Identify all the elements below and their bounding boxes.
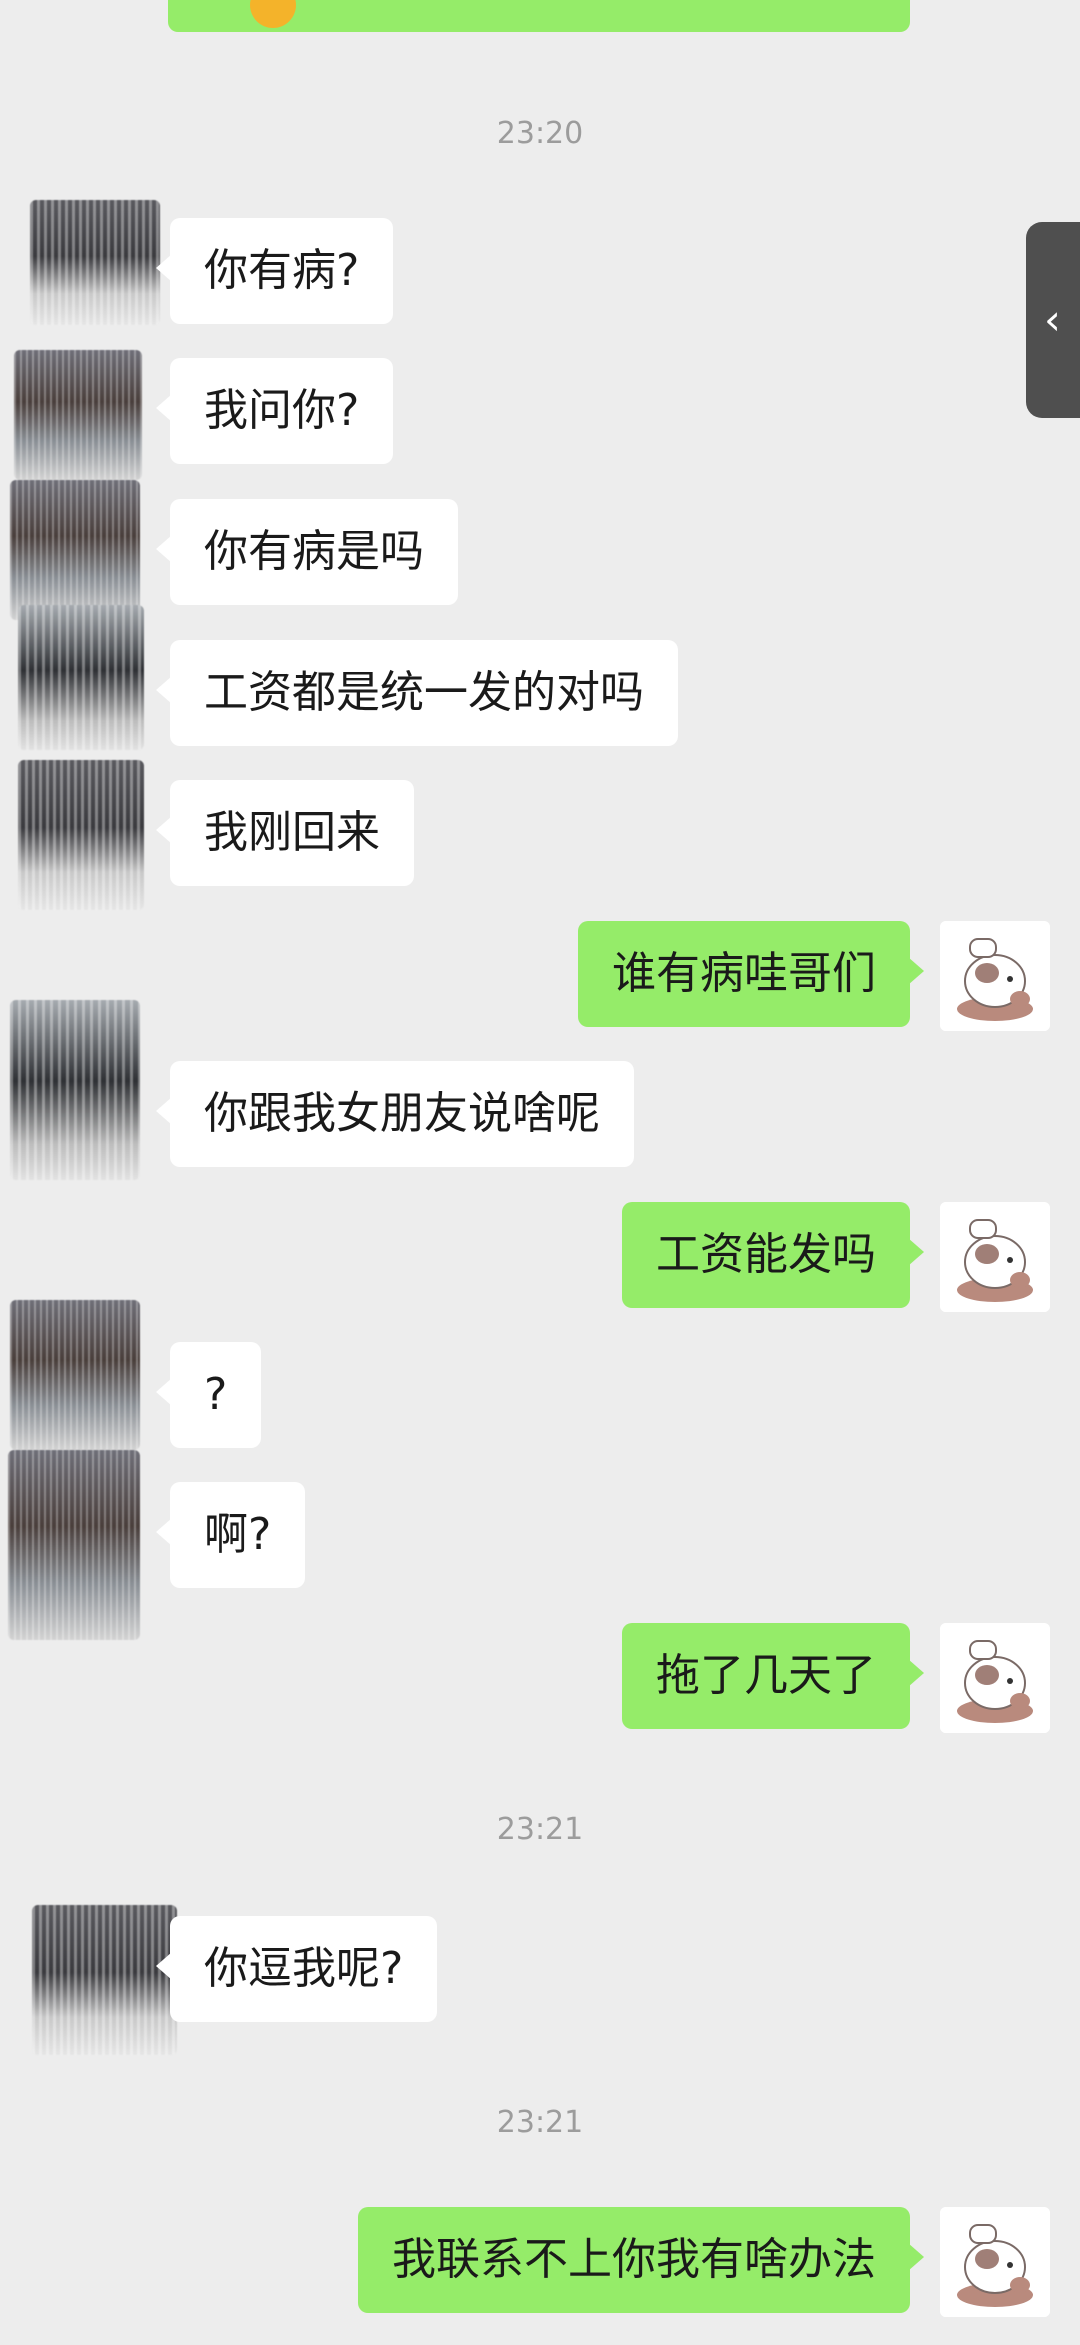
my-avatar[interactable] xyxy=(940,2207,1050,2317)
message-bubble[interactable]: 谁有病哇哥们 xyxy=(578,921,924,1027)
cat-avatar-icon xyxy=(940,1202,1050,1312)
message-bubble[interactable]: 啊? xyxy=(155,1482,306,1588)
chat-area: 23:20 你有病? 我问你? 你有病是吗 工资都是统一发的对吗 我刚回来 谁有… xyxy=(0,0,1080,2345)
message-text: 工资都是统一发的对吗 xyxy=(204,667,644,718)
contact-avatar[interactable] xyxy=(18,760,144,910)
cat-avatar-icon xyxy=(940,1623,1050,1733)
message-text: 你逗我呢? xyxy=(204,1943,404,1994)
contact-avatar[interactable] xyxy=(14,350,142,480)
cat-avatar-icon xyxy=(940,2207,1050,2317)
message-text: 我刚回来 xyxy=(204,807,380,858)
message-text: 拖了几天了 xyxy=(656,1650,876,1701)
contact-avatar[interactable] xyxy=(10,1000,140,1180)
my-avatar[interactable] xyxy=(940,1623,1050,1733)
message-text: 我联系不上你我有啥办法 xyxy=(392,2234,876,2285)
message-bubble[interactable]: 你逗我呢? xyxy=(155,1916,438,2022)
message-text: 工资能发吗 xyxy=(656,1229,876,1280)
message-bubble[interactable]: 你有病? xyxy=(155,218,394,324)
contact-avatar[interactable] xyxy=(18,605,144,750)
message-bubble[interactable]: 工资都是统一发的对吗 xyxy=(156,640,678,746)
cat-avatar-icon xyxy=(940,921,1050,1031)
message-bubble[interactable]: 我问你? xyxy=(155,358,394,464)
message-bubble[interactable]: 我刚回来 xyxy=(156,780,414,886)
message-text: 你有病是吗 xyxy=(204,526,424,577)
chevron-left-icon: ‹ xyxy=(1044,295,1061,344)
timestamp: 23:21 xyxy=(496,1812,584,1847)
message-bubble[interactable]: 我联系不上你我有啥办法 xyxy=(358,2207,924,2313)
timestamp: 23:21 xyxy=(496,2105,584,2140)
message-text: 你有病? xyxy=(204,245,360,296)
message-text: ? xyxy=(204,1369,228,1420)
message-bubble[interactable]: 拖了几天了 xyxy=(622,1623,924,1729)
timestamp: 23:20 xyxy=(496,116,584,151)
contact-avatar[interactable] xyxy=(32,1905,177,2055)
contact-avatar[interactable] xyxy=(30,200,160,325)
message-bubble[interactable]: 你有病是吗 xyxy=(156,499,458,605)
contact-avatar[interactable] xyxy=(10,480,140,620)
my-avatar[interactable] xyxy=(940,1202,1050,1312)
message-text: 你跟我女朋友说啥呢 xyxy=(204,1088,600,1139)
message-text: 谁有病哇哥们 xyxy=(612,948,876,999)
message-text: 啊? xyxy=(204,1509,272,1560)
contact-avatar[interactable] xyxy=(10,1300,140,1450)
contact-avatar[interactable] xyxy=(8,1450,140,1640)
message-bubble[interactable]: 工资能发吗 xyxy=(622,1202,924,1308)
message-bubble[interactable]: ? xyxy=(155,1342,262,1448)
message-text: 我问你? xyxy=(204,385,360,436)
my-avatar[interactable] xyxy=(940,921,1050,1031)
message-bubble[interactable]: 你跟我女朋友说啥呢 xyxy=(156,1061,634,1167)
side-panel-handle[interactable]: ‹ xyxy=(1026,222,1080,418)
